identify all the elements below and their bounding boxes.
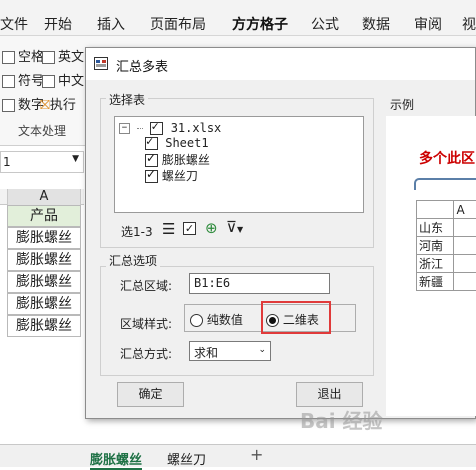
example-header-a: A — [453, 200, 476, 219]
exit-button[interactable]: 退出 — [296, 382, 363, 407]
tree-item-label: 螺丝刀 — [161, 169, 198, 183]
example-corner — [415, 200, 455, 219]
method-select[interactable]: 求和 ⌄ — [189, 341, 271, 361]
collapse-icon[interactable]: − — [119, 123, 130, 134]
tab-review[interactable]: 审阅 — [414, 14, 442, 34]
kongge-option[interactable]: 空格 — [2, 46, 44, 65]
example-row: 新疆 — [415, 272, 455, 291]
highlight-box — [261, 301, 331, 334]
shuzi-option[interactable]: 数字 — [2, 94, 44, 113]
cell-a4[interactable]: 膨胀螺丝 — [7, 271, 81, 293]
example-title: 多个此区 — [419, 151, 475, 167]
cell-a1[interactable]: 产品 — [7, 205, 81, 227]
watermark: Bai 经验 — [300, 409, 383, 433]
list-icon[interactable]: ☰ — [162, 220, 175, 238]
kongge-label: 空格 — [18, 50, 45, 65]
sheet-tab-bar: 膨胀螺丝 螺丝刀 + — [0, 444, 476, 470]
radio-pure-values-label: 纯数值 — [206, 313, 243, 327]
group-label-text-processing: 文本处理 — [18, 124, 67, 138]
example-label: 示例 — [390, 98, 415, 112]
summary-options-label: 汇总选项 — [106, 252, 161, 269]
tab-view[interactable]: 视 — [462, 14, 476, 34]
radio-pure-values[interactable]: 纯数值 — [190, 311, 243, 328]
tree-item-label: Sheet1 — [165, 136, 209, 150]
tree-item-luosidao[interactable]: 螺丝刀 — [145, 167, 198, 184]
range-value: B1:E6 — [194, 276, 231, 290]
cell-a5[interactable]: 膨胀螺丝 — [7, 293, 81, 315]
checkbox[interactable] — [2, 75, 15, 88]
tree-item-sheet1[interactable]: Sheet1 — [145, 134, 209, 150]
sheet1-checkbox[interactable] — [145, 134, 158, 150]
example-preview: 多个此区 A 山东 河南 浙江 新疆 — [386, 116, 476, 416]
tab-fangfang[interactable]: 方方格子 — [232, 14, 288, 40]
add-sheet-icon[interactable]: ⊕ — [205, 219, 218, 237]
tab-home[interactable]: 开始 — [44, 14, 72, 34]
tab-file[interactable]: 文件 — [0, 14, 28, 34]
yingwen-label: 英文 — [58, 50, 85, 65]
chevron-down-icon[interactable]: ⌄ — [258, 345, 266, 355]
dropdown-arrow-icon[interactable]: ▼ — [72, 154, 79, 164]
example-bracket — [414, 178, 476, 190]
range-label: 汇总区域: — [120, 279, 173, 293]
style-label: 区域样式: — [120, 317, 173, 331]
star-icon: ⛝ — [40, 98, 50, 113]
method-value: 求和 — [194, 346, 219, 360]
example-table: A 山东 河南 浙江 新疆 — [415, 200, 476, 291]
tab-data[interactable]: 数据 — [362, 14, 390, 34]
tree-root-label: 31.xlsx — [170, 121, 222, 135]
luosidao-checkbox[interactable] — [145, 167, 158, 183]
tree-item-label: 膨胀螺丝 — [161, 153, 210, 167]
dialog-titlebar[interactable]: 汇总多表 — [86, 48, 475, 80]
fuhao-option[interactable]: 符号 — [2, 70, 44, 89]
method-label: 汇总方式: — [120, 347, 173, 361]
checkbox[interactable] — [2, 51, 15, 64]
selection-count: 选1-3 — [121, 225, 153, 239]
example-row: 浙江 — [415, 254, 455, 273]
range-input[interactable]: B1:E6 — [189, 273, 330, 294]
app-icon — [94, 57, 108, 70]
column-a-header[interactable]: A — [7, 189, 81, 205]
checkbox[interactable] — [2, 99, 15, 112]
example-row: 山东 — [415, 218, 455, 237]
cell-a6[interactable]: 膨胀螺丝 — [7, 315, 81, 337]
ok-button[interactable]: 确定 — [117, 382, 184, 407]
pengzhang-checkbox[interactable] — [145, 151, 158, 167]
example-row: 河南 — [415, 236, 455, 255]
zhixing-button[interactable]: ⛝执行 — [40, 94, 76, 113]
filter-icon[interactable]: ⊽▼ — [226, 218, 243, 236]
zhongwen-option[interactable]: 中文 — [42, 70, 84, 89]
zhixing-label: 执行 — [49, 98, 76, 113]
dialog-title: 汇总多表 — [116, 60, 169, 75]
fuhao-label: 符号 — [18, 74, 45, 89]
cell-a3[interactable]: 膨胀螺丝 — [7, 249, 81, 271]
checkbox[interactable] — [42, 51, 55, 64]
yingwen-option[interactable]: 英文 — [42, 46, 84, 65]
cell-a2[interactable]: 膨胀螺丝 — [7, 227, 81, 249]
checkbox[interactable] — [42, 75, 55, 88]
tab-page-layout[interactable]: 页面布局 — [150, 14, 206, 34]
add-sheet-button[interactable]: + — [250, 445, 263, 464]
tree-root-row[interactable]: − 31.xlsx — [119, 119, 222, 135]
tab-insert[interactable]: 插入 — [97, 14, 125, 34]
name-box[interactable]: 1 ▼ — [0, 151, 84, 173]
check-all-icon[interactable]: ✓ — [183, 222, 196, 235]
sheet-tab-luosidao[interactable]: 螺丝刀 — [167, 449, 206, 468]
summary-dialog: 汇总多表 选择表 − 31.xlsx Sheet1 膨胀螺丝 螺丝刀 选1-3 … — [85, 47, 476, 419]
tab-formulas[interactable]: 公式 — [311, 14, 339, 34]
sheet-tree[interactable]: − 31.xlsx Sheet1 膨胀螺丝 螺丝刀 — [114, 116, 364, 213]
name-box-value: 1 — [3, 155, 11, 169]
select-sheets-label: 选择表 — [106, 91, 149, 108]
radio-pure-values-button[interactable] — [190, 314, 203, 327]
tree-item-pengzhang[interactable]: 膨胀螺丝 — [145, 151, 210, 168]
ribbon-tab-bar: 文件 开始 插入 页面布局 方方格子 公式 数据 审阅 视 — [0, 0, 476, 40]
zhongwen-label: 中文 — [58, 74, 85, 89]
